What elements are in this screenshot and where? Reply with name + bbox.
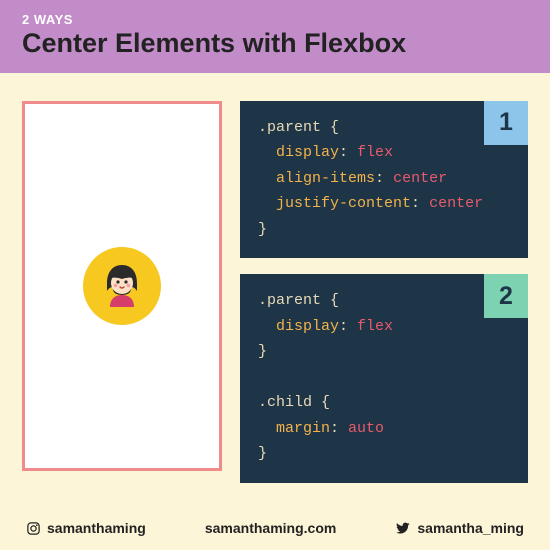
instagram-icon	[26, 521, 41, 536]
code-line: }	[258, 339, 510, 365]
code-line: margin: auto	[258, 416, 510, 442]
website-link: samanthaming.com	[205, 520, 336, 536]
code-line: display: flex	[258, 314, 510, 340]
twitter-text: samantha_ming	[417, 520, 524, 536]
twitter-handle: samantha_ming	[395, 520, 524, 536]
code-line	[258, 365, 510, 391]
code-card-2: 2.parent { display: flex} .child { margi…	[240, 274, 528, 483]
code-line: display: flex	[258, 140, 510, 166]
code-line: }	[258, 217, 510, 243]
code-column: 1.parent { display: flex align-items: ce…	[240, 101, 528, 502]
code-card-1: 1.parent { display: flex align-items: ce…	[240, 101, 528, 259]
twitter-icon	[395, 521, 411, 535]
page-title: Center Elements with Flexbox	[22, 29, 528, 59]
header: 2 WAYS Center Elements with Flexbox	[0, 0, 550, 73]
demo-box	[22, 101, 222, 471]
overline: 2 WAYS	[22, 12, 528, 27]
instagram-handle: samanthaming	[26, 520, 146, 536]
main-content: 1.parent { display: flex align-items: ce…	[0, 73, 550, 514]
code-line: justify-content: center	[258, 191, 510, 217]
badge-2: 2	[484, 274, 528, 318]
code-line: .parent {	[258, 115, 510, 141]
code-line: }	[258, 441, 510, 467]
avatar	[83, 247, 161, 325]
code-line: align-items: center	[258, 166, 510, 192]
code-line: .parent {	[258, 288, 510, 314]
badge-1: 1	[484, 101, 528, 145]
avatar-illustration-icon	[95, 259, 149, 313]
footer: samanthaming samanthaming.com samantha_m…	[0, 514, 550, 550]
code-line: .child {	[258, 390, 510, 416]
instagram-text: samanthaming	[47, 520, 146, 536]
website-text: samanthaming.com	[205, 520, 336, 536]
